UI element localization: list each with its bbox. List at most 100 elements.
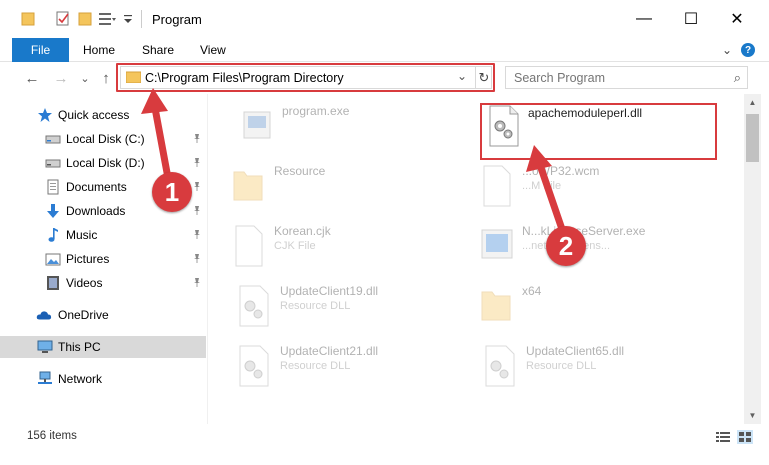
details-view-icon[interactable] xyxy=(715,430,731,444)
sidebar-item-label: This PC xyxy=(58,340,101,354)
sidebar-item-label: OneDrive xyxy=(58,308,109,322)
file-type: Resource DLL xyxy=(526,360,597,372)
folder-icon xyxy=(233,171,263,201)
dll-gear-icon xyxy=(239,345,269,387)
up-button[interactable]: ↑ xyxy=(96,68,116,88)
address-highlight-box xyxy=(116,63,495,92)
file-name: UpdateClient21.dll xyxy=(280,344,379,358)
sidebar-item-local-disk-d[interactable]: Local Disk (D:) xyxy=(0,152,206,174)
sidebar-item-videos[interactable]: Videos xyxy=(0,272,206,294)
list-item[interactable]: UpdateClient19.dll Resource DLL xyxy=(234,282,474,334)
navigation-bar: ← → ⌄ ↑ C:\Program Files\Program Directo… xyxy=(0,62,769,94)
properties-icon[interactable] xyxy=(55,9,71,29)
sidebar-item-label: Downloads xyxy=(66,204,126,218)
pin-icon[interactable] xyxy=(192,229,202,242)
ribbon-expand-icon[interactable]: ⌄ xyxy=(718,41,736,59)
list-item[interactable]: Resource xyxy=(228,162,468,214)
pin-icon[interactable] xyxy=(192,253,202,266)
recent-locations-button[interactable]: ⌄ xyxy=(75,68,95,88)
customize-icon[interactable] xyxy=(97,9,117,29)
file-type: Resource DLL xyxy=(280,300,351,312)
tab-home[interactable]: Home xyxy=(83,38,115,62)
pin-icon[interactable] xyxy=(192,181,202,194)
pc-icon xyxy=(37,339,53,355)
dll-gear-icon xyxy=(485,345,515,387)
drive-icon xyxy=(45,131,61,147)
sidebar-item-label: Network xyxy=(58,372,103,386)
sidebar-item-music[interactable]: Music xyxy=(0,224,206,246)
step-marker-1: 1 xyxy=(152,172,192,212)
pin-icon[interactable] xyxy=(192,277,202,290)
title-bar: Program — ☐ ✕ xyxy=(0,0,769,38)
list-item[interactable]: N...kLicenseServer.exe ...network licens… xyxy=(476,222,716,274)
pictures-icon xyxy=(45,251,61,267)
item-count: 156 items xyxy=(27,430,77,442)
scroll-up-icon[interactable]: ▲ xyxy=(744,94,761,111)
sidebar-item-local-disk-c[interactable]: Local Disk (C:) xyxy=(0,128,206,150)
videos-icon xyxy=(45,275,61,291)
sidebar-item-onedrive[interactable]: OneDrive xyxy=(0,304,206,326)
pin-icon[interactable] xyxy=(192,205,202,218)
folder-icon xyxy=(21,12,35,26)
vertical-scrollbar[interactable]: ▲ ▼ xyxy=(744,94,761,424)
file-name: UpdateClient19.dll xyxy=(280,284,379,298)
sidebar-item-quick-access[interactable]: Quick access xyxy=(0,104,206,126)
window-title: Program xyxy=(152,12,202,27)
list-item[interactable]: ...oWP32.wcm ...M File xyxy=(476,162,716,214)
list-item[interactable]: x64 xyxy=(476,282,716,334)
file-name: Resource xyxy=(274,164,326,178)
file-name: UpdateClient65.dll xyxy=(526,344,625,358)
help-icon[interactable]: ? xyxy=(741,43,755,57)
file-type: Resource DLL xyxy=(280,360,351,372)
network-icon xyxy=(37,371,53,387)
sidebar-item-label: Quick access xyxy=(58,108,130,122)
downloads-icon xyxy=(45,203,61,219)
pin-icon[interactable] xyxy=(192,157,202,170)
app-icon xyxy=(481,229,513,259)
dll-gear-icon xyxy=(239,285,269,327)
file-highlight-box xyxy=(480,103,717,160)
title-separator xyxy=(141,10,142,28)
list-item[interactable]: UpdateClient21.dll Resource DLL xyxy=(234,342,474,394)
list-item[interactable]: UpdateClient65.dll Resource DLL xyxy=(480,342,720,394)
list-item[interactable]: program.exe xyxy=(236,102,476,154)
sidebar-item-label: Pictures xyxy=(66,252,110,266)
search-box[interactable]: ⌕ xyxy=(505,66,748,89)
back-button[interactable]: ← xyxy=(22,68,42,88)
new-folder-icon[interactable] xyxy=(77,9,93,29)
forward-button[interactable]: → xyxy=(51,68,71,88)
documents-icon xyxy=(45,179,61,195)
folder-icon xyxy=(481,291,511,321)
scroll-thumb[interactable] xyxy=(746,114,759,162)
list-item[interactable]: Korean.cjk CJK File xyxy=(228,222,468,274)
tab-share[interactable]: Share xyxy=(142,38,174,62)
minimize-button[interactable]: — xyxy=(621,0,667,38)
file-type: CJK File xyxy=(274,240,316,252)
file-name: Korean.cjk xyxy=(274,224,331,238)
maximize-button[interactable]: ☐ xyxy=(668,0,714,38)
sidebar-item-network[interactable]: Network xyxy=(0,368,206,390)
file-type: ...M File xyxy=(522,180,562,192)
step-marker-2: 2 xyxy=(546,226,586,266)
sidebar-item-this-pc[interactable]: This PC xyxy=(0,336,206,358)
tab-view[interactable]: View xyxy=(200,38,226,62)
search-icon[interactable]: ⌕ xyxy=(734,70,741,86)
sidebar-item-pictures[interactable]: Pictures xyxy=(0,248,206,270)
file-icon xyxy=(235,225,263,267)
sidebar-item-label: Local Disk (D:) xyxy=(66,156,145,170)
file-name: program.exe xyxy=(282,104,350,118)
star-icon xyxy=(37,107,53,123)
scroll-down-icon[interactable]: ▼ xyxy=(744,407,761,424)
large-icons-view-icon[interactable] xyxy=(737,430,753,444)
qat-dropdown-icon[interactable] xyxy=(122,9,134,29)
drive-icon xyxy=(45,155,61,171)
close-button[interactable]: ✕ xyxy=(714,0,760,38)
pin-icon[interactable] xyxy=(192,133,202,146)
navigation-pane: Quick access Local Disk (C:) Local Disk … xyxy=(0,100,207,424)
file-name: x64 xyxy=(522,284,542,298)
sidebar-item-label: Music xyxy=(66,228,98,242)
exe-icon xyxy=(243,111,271,139)
tab-file[interactable]: File xyxy=(12,38,69,62)
search-input[interactable] xyxy=(506,67,716,88)
cloud-icon xyxy=(36,307,52,323)
